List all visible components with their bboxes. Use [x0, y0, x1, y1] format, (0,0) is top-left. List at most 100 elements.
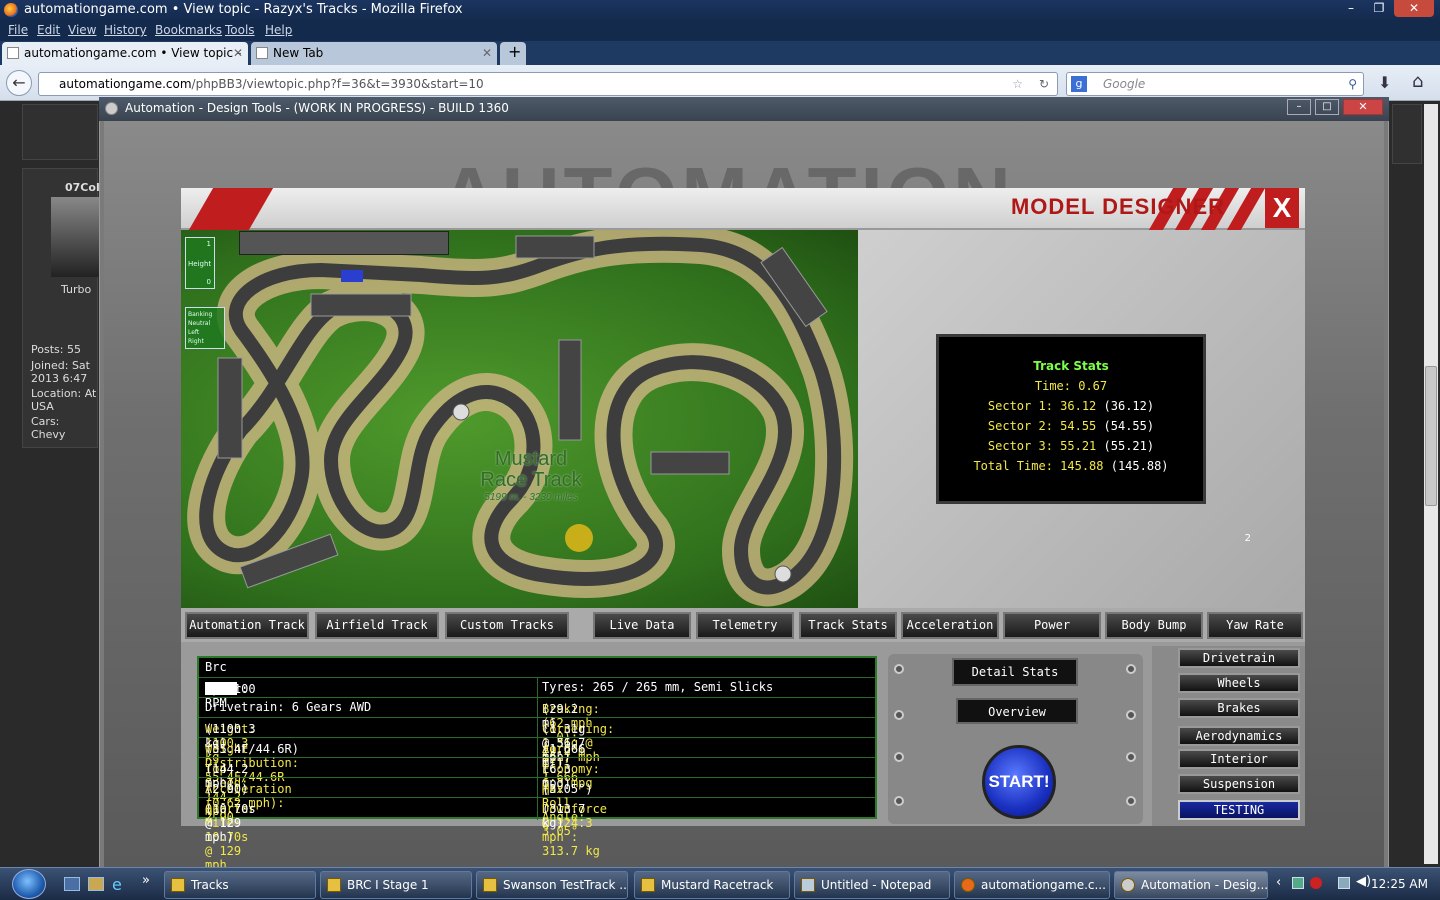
- start-button[interactable]: START!: [982, 745, 1056, 819]
- track-stats-box: Track Stats Time: 0.67 Sector 1: 36.12 (…: [936, 334, 1206, 504]
- table-row: Power:hp@8100 RPM Tyres: 265 / 265 mm, S…: [199, 678, 875, 710]
- scrollbar-thumb[interactable]: [1425, 366, 1437, 506]
- tab-custom-tracks[interactable]: Custom Tracks: [445, 612, 569, 639]
- side-menu-testing[interactable]: TESTING: [1178, 800, 1300, 820]
- tab-acceleration[interactable]: Acceleration: [901, 612, 999, 639]
- side-menu-interior[interactable]: Interior: [1178, 749, 1300, 769]
- side-menu-suspension[interactable]: Suspension: [1178, 774, 1300, 794]
- tab-new[interactable]: New Tab ✕: [251, 42, 497, 65]
- app-close-button[interactable]: ✕: [1343, 99, 1383, 115]
- taskbar-item-brc[interactable]: BRC I Stage 1: [320, 871, 472, 899]
- url-bar[interactable]: automationgame.com/phpBB3/viewtopic.php?…: [38, 72, 1058, 96]
- taskbar-label: Mustard Racetrack: [661, 878, 774, 892]
- taskbar-item-notepad[interactable]: Untitled - Notepad: [794, 871, 950, 899]
- forum-panel-right: [1392, 104, 1422, 164]
- taskbar-item-automation[interactable]: Automation - Desig...: [1114, 871, 1268, 899]
- tab-active[interactable]: automationgame.com • View topic - ... ✕: [2, 42, 248, 82]
- track-time: Time: 0.67: [1034, 379, 1108, 393]
- height-max: 1: [206, 240, 211, 248]
- tab-live-data[interactable]: Live Data: [593, 612, 691, 639]
- app-minimize-button[interactable]: –: [1287, 99, 1311, 115]
- taskbar-label: Automation - Desig...: [1141, 878, 1268, 892]
- taskbar-clock[interactable]: 12:25 AM: [1371, 877, 1428, 891]
- menu-view[interactable]: View: [68, 21, 96, 40]
- tray-volume-icon[interactable]: ◀): [1356, 874, 1371, 889]
- ie-icon[interactable]: e: [112, 875, 122, 894]
- tray-monitor-icon[interactable]: [1338, 877, 1350, 889]
- sector2-row: Sector 2: 54.55 (54.55): [939, 419, 1203, 433]
- menu-history[interactable]: History: [104, 21, 147, 40]
- detail-stats-button[interactable]: Detail Stats: [952, 658, 1078, 686]
- app-maximize-button[interactable]: □: [1315, 99, 1339, 115]
- tab-automation-track[interactable]: Automation Track: [185, 612, 309, 639]
- tab-track-stats[interactable]: Track Stats: [799, 612, 897, 639]
- taskbar-label: Swanson TestTrack ...: [503, 878, 628, 892]
- menu-edit[interactable]: Edit: [37, 21, 60, 40]
- explorer-icon[interactable]: [88, 877, 104, 891]
- tab-power[interactable]: Power: [1003, 612, 1101, 639]
- taskbar-item-mustard[interactable]: Mustard Racetrack: [634, 871, 790, 899]
- page-scrollbar[interactable]: [1424, 104, 1438, 864]
- table-row: Acceleration (0-62 mph): 2.90 (2.90) Max…: [199, 778, 875, 838]
- taskbar-item-tracks[interactable]: Tracks: [164, 871, 316, 899]
- search-input[interactable]: Google g ⚲: [1066, 72, 1364, 96]
- home-icon[interactable]: ⌂: [1412, 71, 1423, 92]
- forum-username[interactable]: 07Col: [65, 181, 100, 194]
- side-menu-drivetrain[interactable]: Drivetrain: [1178, 648, 1300, 668]
- restore-button[interactable]: ❐: [1366, 0, 1392, 17]
- forum-joined-date: 2013 6:47: [31, 372, 88, 385]
- table-row: Weight Distribution: 55.4F/44.6R (55.4F/…: [199, 738, 875, 798]
- windows-start-button[interactable]: [12, 869, 46, 899]
- side-menu-wheels[interactable]: Wheels: [1178, 673, 1300, 693]
- bolt-icon: [894, 752, 904, 762]
- bolt-icon: [894, 796, 904, 806]
- bookmark-star-icon[interactable]: ☆: [1012, 73, 1023, 95]
- taskbar-item-firefox[interactable]: automationgame.c...: [954, 871, 1110, 899]
- grandstand: [310, 293, 412, 317]
- menu-file[interactable]: File: [8, 21, 28, 40]
- forum-profile-panel: 07Col Turbo Posts: 55 Joined: Sat 2013 6…: [22, 168, 100, 448]
- sector3-best: (55.21): [1103, 439, 1155, 453]
- search-icon[interactable]: ⚲: [1348, 73, 1357, 95]
- new-tab-button[interactable]: +: [500, 42, 526, 65]
- back-button[interactable]: ←: [6, 70, 32, 96]
- side-menu-brakes[interactable]: Brakes: [1178, 698, 1300, 718]
- sector2: Sector 2: 54.55: [987, 419, 1097, 433]
- menu-bookmarks[interactable]: Bookmarks: [155, 21, 222, 40]
- folder-icon: [641, 878, 655, 892]
- firefox-icon: [961, 878, 975, 892]
- quicklaunch-chevron-icon[interactable]: »: [142, 873, 150, 888]
- minimize-button[interactable]: –: [1338, 0, 1364, 17]
- reload-icon[interactable]: ↻: [1039, 73, 1049, 95]
- taskbar-item-swanson[interactable]: Swanson TestTrack ...: [476, 871, 628, 899]
- tray-network-icon[interactable]: [1292, 877, 1304, 889]
- tray-antivirus-icon[interactable]: [1310, 877, 1322, 889]
- close-window-button[interactable]: ✕: [1394, 0, 1434, 17]
- google-icon[interactable]: g: [1071, 76, 1087, 92]
- tyres: Tyres: 265 / 265 mm, Semi Slicks: [542, 680, 774, 694]
- tab-telemetry[interactable]: Telemetry: [696, 612, 794, 639]
- tab-airfield-track[interactable]: Airfield Track: [315, 612, 439, 639]
- tab-yaw-rate[interactable]: Yaw Rate: [1207, 612, 1303, 639]
- side-menu-aerodynamics[interactable]: Aerodynamics: [1178, 726, 1300, 746]
- tray-expand-icon[interactable]: ‹: [1276, 875, 1281, 890]
- downloads-icon[interactable]: ⬇: [1378, 73, 1391, 92]
- model-designer-close-button[interactable]: X: [1265, 188, 1299, 228]
- acceleration-best: (2.90): [205, 782, 249, 796]
- track-map[interactable]: 1 Height 0 Banking Neutral Left Right Mu…: [181, 230, 858, 608]
- forum-country: USA: [31, 400, 54, 413]
- overview-button[interactable]: Overview: [956, 698, 1078, 724]
- tab-body-bump[interactable]: Body Bump: [1105, 612, 1203, 639]
- drivetrain: Drivetrain: 6 Gears AWD: [205, 700, 372, 714]
- menu-tools[interactable]: Tools: [225, 21, 255, 40]
- menu-help[interactable]: Help: [265, 21, 292, 40]
- tab-label: New Tab: [273, 46, 324, 60]
- close-tab-icon[interactable]: ✕: [233, 42, 243, 64]
- url-path: /phpBB3/viewtopic.php?f=36&t=3930&start=…: [191, 77, 484, 91]
- navigation-bar: ← automationgame.com/phpBB3/viewtopic.ph…: [0, 65, 1440, 101]
- firefox-logo-icon: [4, 3, 18, 17]
- sector3-row: Sector 3: 55.21 (55.21): [939, 439, 1203, 453]
- close-tab-icon[interactable]: ✕: [482, 42, 492, 64]
- show-desktop-icon[interactable]: [64, 877, 80, 891]
- folder-icon: [171, 878, 185, 892]
